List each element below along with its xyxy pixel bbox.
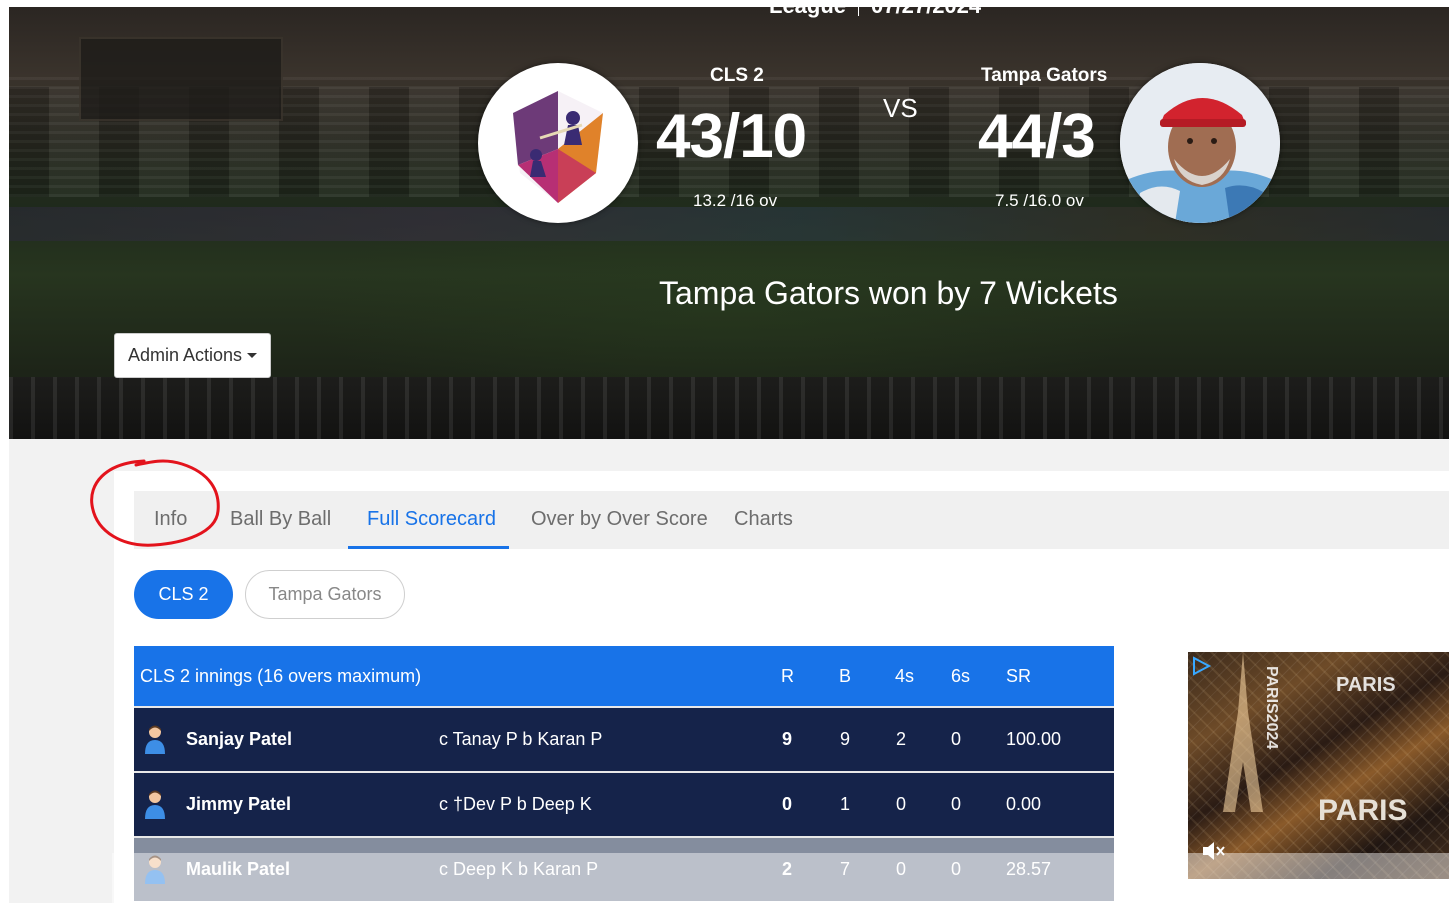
col-sixes: 6s [951,665,971,686]
sixes: 0 [951,794,962,814]
dismissal: c †Dev P b Deep K [439,794,592,814]
video-text-paris-small: PARIS [1336,674,1396,696]
runs: 0 [782,794,793,814]
col-balls: B [839,665,852,686]
play-icon[interactable] [1190,655,1212,677]
batter-name[interactable]: Jimmy Patel [186,773,291,836]
col-strike-rate: SR [1006,665,1032,686]
away-team-score: 44/3 [978,102,1096,171]
batter-name[interactable]: Maulik Patel [186,838,290,901]
vs-label: VS [883,93,918,123]
fours: 0 [896,794,907,814]
caret-down-icon [247,353,258,358]
batter-avatar-icon [145,725,165,754]
divider [858,7,860,17]
tab-full-scorecard[interactable]: Full Scorecard [367,508,496,531]
balls: 7 [840,859,851,879]
balls: 9 [840,729,851,749]
stadium-fence [9,377,1449,439]
table-row: Sanjay Patel c Tanay P b Karan P 9 9 2 0… [134,706,1114,771]
active-tab-indicator [348,546,509,549]
away-team-logo[interactable] [1120,63,1280,223]
table-row: Maulik Patel c Deep K b Karan P 2 7 0 0 … [134,836,1114,901]
tab-ball-by-ball[interactable]: Ball By Ball [230,508,331,531]
runs: 9 [782,729,793,749]
admin-actions-dropdown[interactable]: Admin Actions [114,333,271,378]
match-date: 07/27/2024 [871,7,981,18]
strike-rate: 28.57 [1006,859,1052,879]
batter-name[interactable]: Sanjay Patel [186,708,292,771]
home-team-overs: 13.2 /16 ov [693,191,778,210]
table-header: CLS 2 innings (16 overs maximum) R B 4s … [134,646,1114,706]
match-hero-banner: League 07/27/2024 CLS 2 43/10 13.2 /16 ov… [9,7,1449,439]
strike-rate: 0.00 [1006,794,1042,814]
sixes: 0 [951,859,962,879]
video-text-paris-large: PARIS [1318,794,1408,827]
col-runs: R [781,665,794,686]
video-ad-player[interactable]: PARIS PARIS2024 PARIS [1188,652,1449,879]
dismissal: c Tanay P b Karan P [439,729,603,749]
team-pill-cls2[interactable]: CLS 2 [134,570,233,619]
eiffel-tower-icon [1223,652,1263,812]
strike-rate: 100.00 [1006,729,1062,749]
dismissal: c Deep K b Karan P [439,859,599,879]
away-team-name: Tampa Gators [981,65,1108,86]
batting-scorecard-table: CLS 2 innings (16 overs maximum) R B 4s … [134,646,1114,901]
match-result: Tampa Gators won by 7 Wickets [659,275,1118,311]
team-pill-tampa-gators[interactable]: Tampa Gators [245,570,405,619]
fours: 0 [896,859,907,879]
tab-over-by-over[interactable]: Over by Over Score [531,508,708,531]
league-label: League [769,7,846,18]
batter-avatar-icon [145,855,165,884]
home-team-name: CLS 2 [710,65,764,86]
fours: 2 [896,729,907,749]
league-date-line: League 07/27/2024 [769,7,981,19]
table-row: Jimmy Patel c †Dev P b Deep K 0 1 0 0 0.… [134,771,1114,836]
batter-avatar-icon [145,790,165,819]
shield-logo-icon [513,91,603,203]
balls: 1 [840,794,851,814]
admin-actions-label: Admin Actions [127,345,243,365]
tab-info[interactable]: Info [154,508,187,531]
sixes: 0 [951,729,962,749]
innings-title: CLS 2 innings (16 overs maximum) [140,665,422,686]
runs: 2 [782,859,793,879]
player-photo-icon [1120,63,1280,223]
home-team-score: 43/10 [656,102,807,171]
stadium-scoreboard [79,37,283,121]
away-team-overs: 7.5 /16.0 ov [995,191,1084,210]
col-fours: 4s [895,665,915,686]
tab-charts[interactable]: Charts [734,508,793,531]
home-team-logo[interactable] [478,63,638,223]
mute-icon[interactable] [1200,838,1226,864]
